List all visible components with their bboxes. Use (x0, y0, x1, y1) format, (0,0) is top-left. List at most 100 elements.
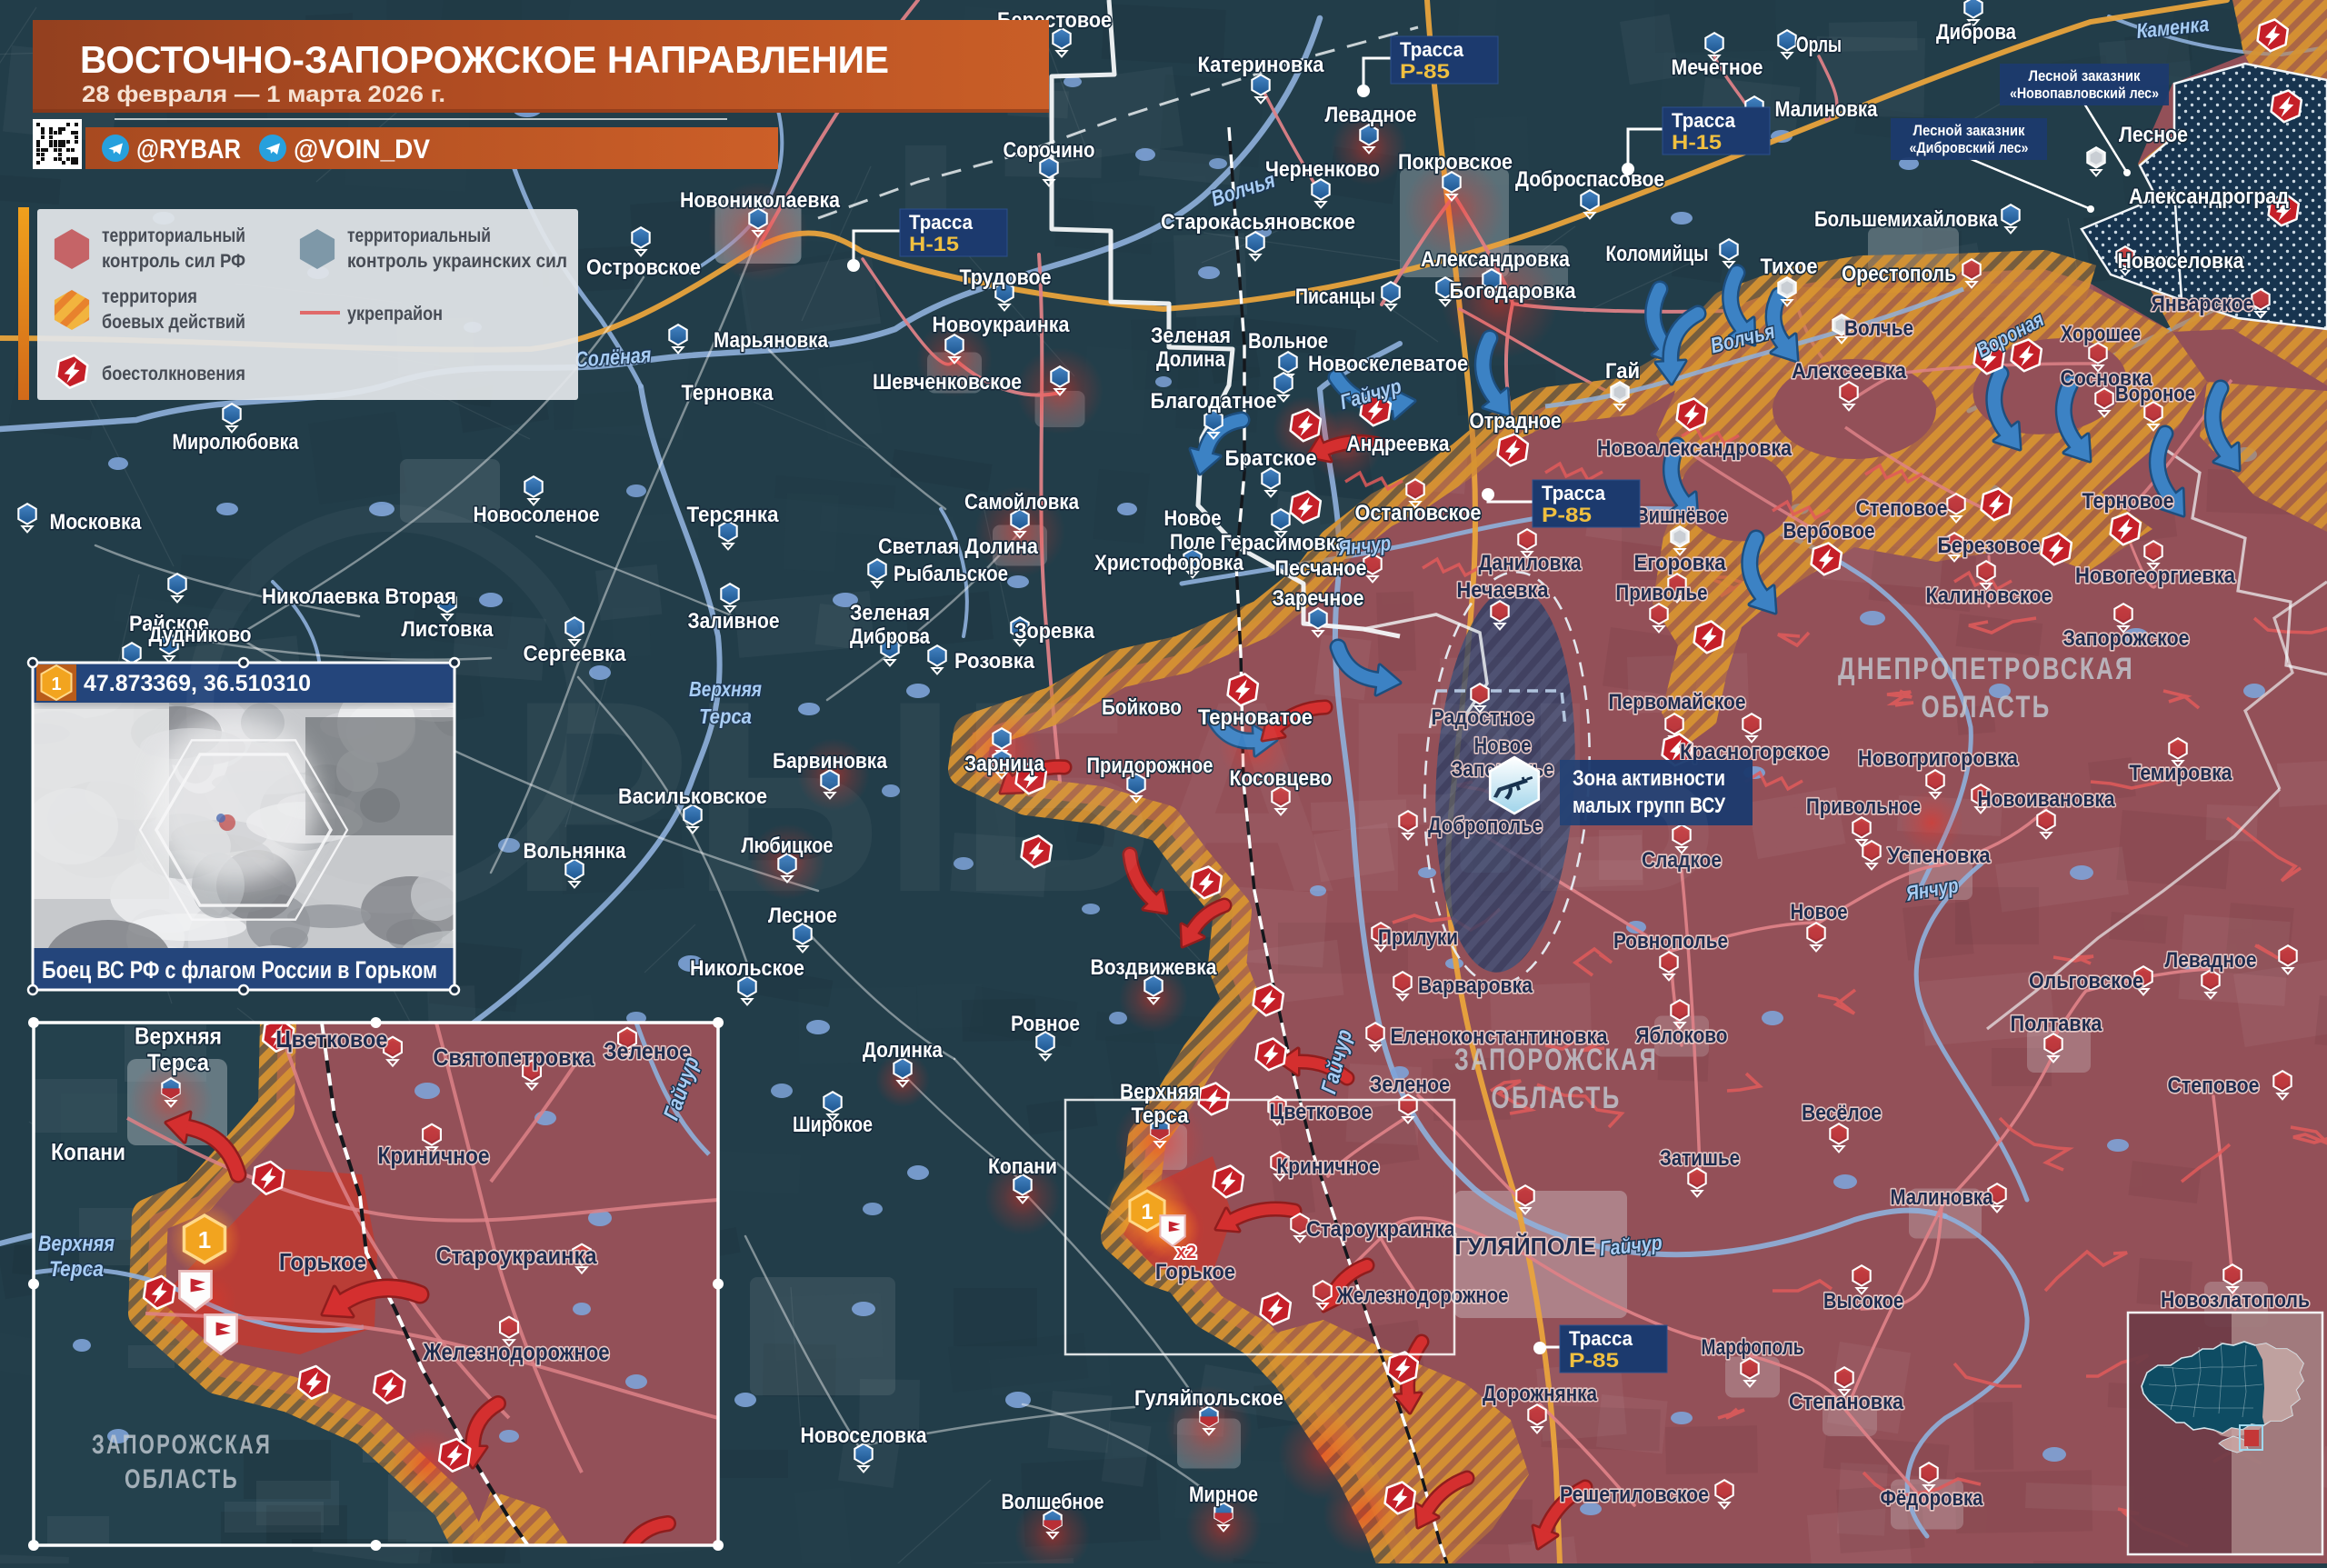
svg-text:Зеленое: Зеленое (604, 1037, 691, 1064)
svg-text:Марфополь: Марфополь (1702, 1335, 1804, 1360)
svg-text:Р-85: Р-85 (1400, 60, 1450, 83)
svg-text:Егоровка: Егоровка (1634, 551, 1727, 575)
svg-text:Светлая Долина: Светлая Долина (878, 534, 1039, 559)
svg-text:Долинка: Долинка (863, 1038, 944, 1063)
svg-text:Лесной заказник: Лесной заказник (1913, 122, 2025, 139)
svg-text:Листовка: Листовка (402, 617, 494, 642)
svg-text:Железнодорожное: Железнодорожное (423, 1338, 610, 1365)
svg-text:1: 1 (198, 1226, 211, 1253)
svg-text:Николаевка Вторая: Николаевка Вторая (262, 584, 456, 609)
svg-text:Березовое: Березовое (1938, 534, 2041, 558)
svg-text:Железнодорожное: Железнодорожное (1336, 1283, 1509, 1308)
svg-text:Новоселовка: Новоселовка (2118, 249, 2245, 274)
svg-text:Криничное: Криничное (378, 1142, 490, 1169)
svg-text:Братское: Братское (1225, 446, 1317, 471)
svg-text:Калиновское: Калиновское (1926, 584, 2052, 608)
svg-text:Новоскелеватое: Новоскелеватое (1308, 352, 1468, 376)
svg-text:Н-15: Н-15 (1672, 131, 1722, 154)
svg-text:Успеновка: Успеновка (1888, 844, 1992, 868)
svg-text:Александровка: Александровка (1421, 247, 1571, 272)
svg-text:Остаповское: Остаповское (1355, 501, 1482, 525)
svg-text:Заливное: Заливное (688, 609, 780, 634)
svg-text:Благодатное: Благодатное (1151, 389, 1277, 414)
svg-text:Верхняя: Верхняя (135, 1023, 222, 1050)
svg-text:Терсянка: Терсянка (687, 503, 780, 527)
svg-text:Цветковое: Цветковое (276, 1025, 388, 1053)
svg-text:Степовое: Степовое (2168, 1074, 2260, 1098)
svg-text:Лесное: Лесное (2119, 123, 2188, 147)
svg-text:Малиновка: Малиновка (1891, 1185, 1994, 1210)
svg-text:Мирное: Мирное (1189, 1483, 1258, 1507)
svg-text:Криничное: Криничное (1277, 1154, 1380, 1179)
svg-text:Гай: Гай (1605, 359, 1640, 384)
svg-text:1: 1 (51, 674, 61, 694)
svg-text:Нечаевка: Нечаевка (1457, 578, 1550, 603)
svg-text:Лесной заказник: Лесной заказник (2029, 67, 2141, 85)
svg-text:«Новопавловский лес»: «Новопавловский лес» (2010, 85, 2159, 102)
svg-text:Новоивановка: Новоивановка (1978, 787, 2116, 812)
svg-text:1: 1 (1141, 1200, 1153, 1224)
svg-text:территориальный: территориальный (347, 225, 491, 246)
svg-text:Малиновка: Малиновка (1775, 97, 1879, 122)
svg-text:ЗАПОРОЖСКАЯ: ЗАПОРОЖСКАЯ (1454, 1043, 1658, 1077)
svg-text:Затишье: Затишье (1660, 1146, 1740, 1171)
svg-text:Песчаное: Песчаное (1275, 556, 1367, 581)
svg-text:@VOIN_DV: @VOIN_DV (294, 135, 430, 165)
svg-text:Марьяновка: Марьяновка (714, 328, 829, 353)
svg-text:Святопетровка: Святопетровка (434, 1044, 594, 1071)
svg-text:контроль сил РФ: контроль сил РФ (102, 251, 245, 272)
svg-text:Хорошее: Хорошее (2061, 322, 2141, 346)
svg-text:Копани: Копани (51, 1138, 125, 1165)
svg-text:Трасса: Трасса (1672, 109, 1736, 132)
svg-text:Запорожское: Запорожское (2063, 626, 2190, 651)
svg-text:РЫБАРЬ: РЫБАРЬ (509, 644, 1718, 949)
svg-text:Горькое: Горькое (279, 1248, 366, 1275)
svg-text:боестолкновения: боестолкновения (102, 364, 245, 385)
svg-text:Темировка: Темировка (2130, 761, 2233, 785)
svg-text:ГУЛЯЙПОЛЕ: ГУЛЯЙПОЛЕ (1455, 1233, 1596, 1260)
svg-text:Варваровка: Варваровка (1418, 974, 1533, 998)
svg-text:Катериновка: Катериновка (1198, 53, 1325, 77)
svg-text:Левадное: Левадное (1325, 103, 1417, 127)
svg-text:Московка: Московка (50, 510, 143, 534)
svg-text:Вишнёвое: Вишнёвое (1636, 504, 1728, 528)
svg-text:Новоукраинка: Новоукраинка (933, 313, 1071, 337)
svg-text:Даниловка: Даниловка (1479, 551, 1583, 575)
svg-text:Р-85: Р-85 (1569, 1349, 1619, 1372)
svg-text:Большемихайловка: Большемихайловка (1814, 207, 1999, 232)
svg-text:Новоалександровка: Новоалександровка (1597, 436, 1793, 461)
svg-text:Терса: Терса (147, 1049, 209, 1076)
svg-text:Новониколаевка: Новониколаевка (680, 188, 841, 213)
svg-text:Зеленая: Зеленая (850, 601, 930, 625)
svg-text:Христофоровка: Христофоровка (1094, 551, 1244, 575)
svg-text:Н-15: Н-15 (909, 233, 959, 255)
svg-text:Трудовое: Трудовое (960, 265, 1052, 290)
svg-text:Шевченковское: Шевченковское (873, 370, 1022, 394)
svg-text:Привольное: Привольное (1806, 794, 1921, 819)
svg-text:Поле: Поле (1170, 530, 1215, 554)
svg-text:Орестополь: Орестополь (1842, 262, 1956, 286)
svg-text:боевых действий: боевых действий (102, 312, 245, 333)
svg-text:Алексеевка: Алексеевка (1792, 359, 1907, 384)
svg-text:Писанцы: Писанцы (1295, 285, 1375, 309)
svg-text:Степановка: Степановка (1789, 1390, 1904, 1414)
svg-text:Трасса: Трасса (1569, 1327, 1633, 1350)
svg-text:Трасса: Трасса (909, 211, 974, 234)
svg-text:Терновка: Терновка (682, 381, 774, 405)
svg-text:Терса: Терса (1132, 1104, 1190, 1128)
svg-text:Дорожнянка: Дорожнянка (1483, 1382, 1598, 1406)
svg-text:28 февраля — 1 марта 2026 г.: 28 февраля — 1 марта 2026 г. (82, 82, 445, 107)
svg-text:Волчье: Волчье (1844, 316, 1913, 341)
svg-text:Копани: Копани (988, 1154, 1057, 1179)
svg-text:Новогригоровка: Новогригоровка (1858, 746, 2019, 771)
svg-text:Горькое: Горькое (1155, 1260, 1235, 1284)
svg-text:Воздвижевка: Воздвижевка (1091, 955, 1218, 980)
svg-text:Р-85: Р-85 (1542, 504, 1592, 526)
svg-text:Трасса: Трасса (1542, 482, 1606, 504)
svg-text:Заречное: Заречное (1273, 586, 1364, 611)
svg-text:Староукраинка: Староукраинка (436, 1242, 597, 1269)
svg-text:«Дибровский лес»: «Дибровский лес» (1910, 139, 2029, 156)
svg-text:Степовое: Степовое (1856, 496, 1948, 521)
svg-text:Богодаровка: Богодаровка (1450, 279, 1577, 304)
svg-text:Широкое: Широкое (793, 1113, 873, 1137)
